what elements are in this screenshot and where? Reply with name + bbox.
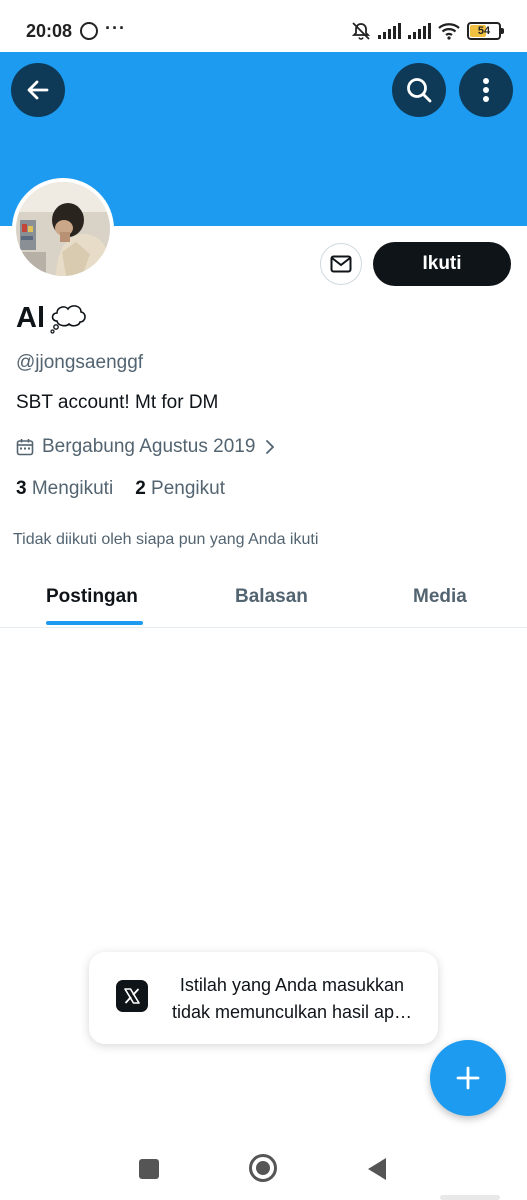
mail-icon	[330, 255, 352, 273]
search-button[interactable]	[392, 63, 446, 117]
message-button[interactable]	[320, 243, 362, 285]
mutual-followers-note: Tidak diikuti oleh siapa pun yang Anda i…	[13, 531, 319, 548]
followers-count: 2	[135, 478, 146, 499]
following-label: Mengikuti	[31, 478, 114, 499]
gesture-handle	[440, 1195, 500, 1200]
recent-apps-icon[interactable]	[139, 1159, 159, 1179]
follow-button[interactable]: Ikuti	[373, 242, 511, 286]
joined-date: Bergabung Agustus 2019	[42, 436, 256, 457]
back-button[interactable]	[11, 63, 65, 117]
following-link[interactable]: 3 Mengikuti	[16, 478, 113, 500]
profile-name-row: Al	[16, 302, 87, 335]
signal-icon	[378, 23, 401, 39]
toast-line-2: tidak memunculkan hasil ap…	[171, 1002, 413, 1022]
x-logo-icon	[116, 980, 148, 1012]
toast-message: Istilah yang Anda masukkan tidak memuncu…	[162, 972, 422, 1026]
status-icons: 54	[351, 20, 504, 42]
back-triangle-icon[interactable]	[368, 1158, 386, 1180]
profile-tabs: Postingan Balasan Media	[0, 570, 527, 628]
compose-button[interactable]	[430, 1040, 506, 1116]
following-count: 3	[16, 478, 27, 499]
chevron-right-icon	[266, 440, 275, 454]
battery-level: 54	[477, 25, 491, 37]
profile-bio: SBT account! Mt for DM	[16, 392, 219, 413]
toast-line-1: Istilah yang Anda masukkan	[179, 975, 405, 995]
more-notifications-icon: ···	[105, 18, 126, 38]
tab-media[interactable]: Media	[413, 586, 467, 608]
avatar[interactable]	[12, 178, 114, 280]
system-nav-bar	[0, 1140, 527, 1200]
active-tab-indicator	[46, 621, 143, 625]
followers-label: Pengikut	[151, 478, 225, 499]
followers-link[interactable]: 2 Pengikut	[135, 478, 225, 500]
silent-bell-icon	[351, 22, 371, 40]
signal-icon	[408, 23, 431, 39]
battery-icon: 54	[467, 22, 504, 40]
whatsapp-notification-icon	[80, 22, 98, 40]
more-options-button[interactable]	[459, 63, 513, 117]
more-vertical-icon	[483, 78, 489, 102]
plus-icon	[456, 1066, 480, 1090]
arrow-left-icon	[27, 80, 49, 100]
status-time: 20:08	[26, 21, 73, 41]
tab-balasan[interactable]: Balasan	[235, 586, 308, 608]
tab-postingan[interactable]: Postingan	[46, 586, 138, 608]
search-icon	[407, 78, 432, 103]
avatar-photo	[16, 182, 110, 276]
home-icon[interactable]	[249, 1154, 277, 1182]
thought-balloon-icon	[50, 304, 86, 334]
toast-notification[interactable]: Istilah yang Anda masukkan tidak memuncu…	[89, 952, 438, 1044]
follow-stats: 3 Mengikuti 2 Pengikut	[16, 478, 225, 500]
profile-name: Al	[16, 302, 45, 334]
calendar-icon	[16, 439, 34, 456]
wifi-icon	[438, 23, 460, 40]
profile-handle: @jjongsaenggf	[16, 352, 144, 373]
status-bar: 20:08 ··· 54	[0, 0, 527, 52]
joined-date-row[interactable]: Bergabung Agustus 2019	[16, 436, 277, 458]
